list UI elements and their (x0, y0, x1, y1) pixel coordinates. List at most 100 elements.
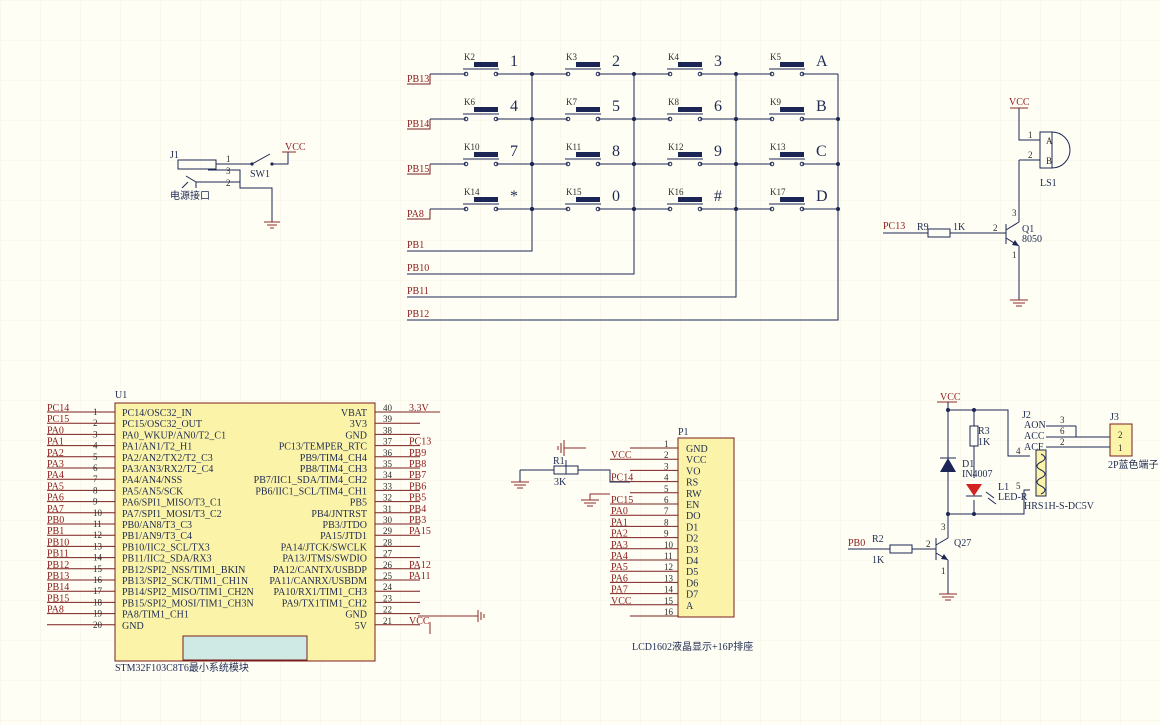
key-ref: K2 (464, 52, 475, 62)
key-label: 5 (612, 98, 620, 115)
mcu-pin-number: 25 (383, 571, 393, 581)
key-ref: K13 (770, 142, 786, 152)
lcd-pin-number: 13 (664, 573, 674, 583)
junction-dot (530, 117, 534, 121)
junction-dot (632, 207, 636, 211)
key-button-icon (678, 152, 702, 157)
mcu-net-label: PB0 (47, 515, 64, 526)
mcu-pin-number: 8 (93, 485, 98, 495)
mcu-pin-number: 19 (93, 609, 103, 619)
mcu-pin-number: 39 (383, 414, 393, 424)
lcd-pin-number: 16 (664, 607, 674, 617)
buzzer-pin-b: B (1046, 156, 1052, 166)
r2-value: 1K (872, 555, 885, 566)
mcu-pin-name: PA5/AN5/SCK (122, 486, 184, 497)
key-button-icon (576, 107, 600, 112)
junction-dot (632, 162, 636, 166)
mcu-pin-name: PA10/RX1/TIM1_CH3 (273, 587, 367, 598)
mcu-pin-name: PA1/AN1/T2_H1 (122, 442, 192, 453)
lcd-net-label: PA1 (611, 517, 628, 528)
mcu-pin-name: PB8/TIM4_CH3 (300, 464, 367, 475)
lcd-pin-name: D4 (686, 556, 698, 567)
buzzer-net-label: PC13 (883, 221, 905, 232)
key-ref: K11 (566, 142, 581, 152)
lcd-pin-name: D7 (686, 590, 698, 601)
mcu-net-label: PB14 (47, 582, 69, 593)
mcu-pin-name: PA12/CANTX/USBDP (273, 565, 368, 576)
relay-coil-pin-4: 4 (1016, 446, 1021, 456)
mcu-pin-number: 7 (93, 474, 98, 484)
mcu-net-label: PB5 (409, 493, 426, 504)
mcu-pin-number: 14 (93, 553, 103, 563)
mcu-pin-name: PB12/SPI2_NSS/TIM1_BKIN (122, 565, 245, 576)
mcu-pin-name: PA3/AN3/RX2/T2_C4 (122, 464, 213, 475)
junction-dot (836, 207, 840, 211)
vcc-label: VCC (285, 142, 306, 153)
mcu-pin-name: GND (345, 610, 367, 621)
mcu-pin-number: 4 (93, 441, 98, 451)
mcu-net-label: PA0 (47, 425, 64, 436)
r3-value: 1K (978, 437, 991, 448)
lcd-pin-number: 1 (664, 439, 669, 449)
mcu-pin-name: PB10/IIC2_SCL/TX3 (122, 542, 210, 553)
key-button-icon (474, 107, 498, 112)
key-button-icon (678, 62, 702, 67)
lcd-pin-name: D6 (686, 578, 698, 589)
key-button-icon (474, 62, 498, 67)
lcd-net-label: VCC (611, 450, 632, 461)
mcu-pin-name: 3V3 (350, 419, 367, 430)
lcd-pin-name: VO (686, 466, 700, 477)
key-label: 7 (510, 143, 518, 160)
key-ref: K17 (770, 187, 786, 197)
relay-net-label: PB0 (848, 538, 865, 549)
lcd-net-label: PC15 (611, 495, 633, 506)
r1-ref: R1 (553, 456, 565, 467)
mcu-net-label: PB11 (47, 549, 69, 560)
mcu-net-label: PB8 (409, 459, 426, 470)
buzzer-pin-2: 2 (1028, 150, 1033, 160)
q1-type: 8050 (1022, 234, 1042, 245)
lcd-pin-number: 8 (664, 517, 669, 527)
lcd-net-label: PA0 (611, 506, 628, 517)
r2-ref: R2 (872, 534, 884, 545)
mcu-pin-name: PC13/TEMPER_RTC (279, 442, 368, 453)
q27-pin-3: 3 (941, 522, 946, 532)
relay-pin-2: 2 (1060, 437, 1065, 447)
junction-dot (530, 207, 534, 211)
lcd-pin-name: RS (686, 478, 698, 489)
j3-pin-2: 2 (1118, 430, 1123, 440)
key-ref: K9 (770, 97, 781, 107)
lcd-pin-name: D5 (686, 567, 698, 578)
mcu-pin-name: PB6/IIC1_SCL/TIM4_CH1 (255, 486, 367, 497)
junction-dot (972, 512, 976, 516)
lcd-net-label: PA4 (611, 551, 628, 562)
key-button-icon (576, 62, 600, 67)
mcu-net-label: PA15 (409, 526, 431, 537)
keypad-row-label: PB15 (407, 164, 429, 175)
mcu-pin-name: PB3/JTDO (323, 520, 367, 531)
mcu-pin-name: PB0/AN8/T3_C3 (122, 520, 192, 531)
mcu-pin-name: PC14/OSC32_IN (122, 408, 192, 419)
relay-pin-aon: AON (1024, 420, 1046, 431)
keypad-col-label: PB10 (407, 263, 429, 274)
mcu-net-label: PB1 (47, 526, 64, 537)
mcu-net-label: PB3 (409, 515, 426, 526)
switch-ref: SW1 (250, 169, 270, 180)
mcu-pin-number: 20 (93, 620, 103, 630)
key-ref: K7 (566, 97, 577, 107)
lcd-pin-number: 7 (664, 506, 669, 516)
mcu-net-label: PA5 (47, 481, 64, 492)
mcu-pin-number: 22 (383, 605, 392, 615)
q1-pin-1: 1 (1012, 250, 1017, 260)
mcu-pin-name: PA6/SPI1_MISO/T3_C1 (122, 498, 222, 509)
mcu-title: STM32F103C8T6最小系统模块 (115, 661, 249, 674)
mcu-pin-number: 38 (383, 425, 393, 435)
lcd-net-label: PA3 (611, 540, 628, 551)
junction-dot (836, 117, 840, 121)
lcd-net-label: PA7 (611, 585, 628, 596)
mcu-net-label: PC13 (409, 437, 431, 448)
mcu-pin-name: PA14/JTCK/SWCLK (281, 542, 368, 553)
mcu-net-label: PB9 (409, 448, 426, 459)
mcu-pin-name: PB11/IIC2_SDA/RX3 (122, 554, 212, 565)
r3-ref: R3 (978, 426, 990, 437)
